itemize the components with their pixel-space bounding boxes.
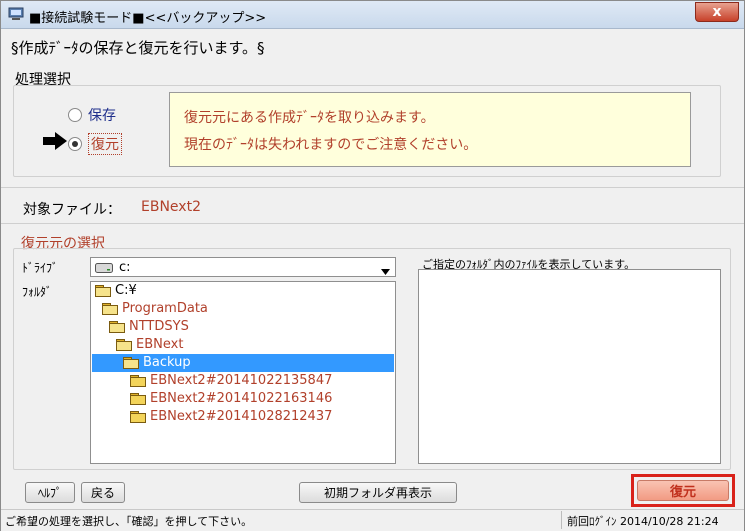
tree-item-label: C:¥ (115, 283, 137, 298)
tree-item-nttdsys[interactable]: NTTDSYS (109, 319, 189, 334)
help-button[interactable]: ﾍﾙﾌﾟ (25, 482, 75, 503)
radio-restore[interactable]: 復元 (68, 133, 122, 155)
radio-save-label: 保存 (88, 108, 116, 124)
window-title: ■接続試験モード■<<バックアップ>> (29, 11, 267, 26)
restore-button[interactable]: 復元 (637, 480, 729, 501)
radio-restore-circle[interactable] (68, 137, 82, 151)
arrow-right-icon (43, 132, 67, 153)
radio-restore-label: 復元 (88, 133, 122, 155)
folder-open-icon (123, 356, 139, 369)
tree-item-label: EBNext (136, 337, 184, 352)
divider-top (1, 187, 744, 188)
radio-save[interactable]: 保存 (68, 105, 116, 125)
tree-item-ebnext[interactable]: EBNext (116, 337, 183, 352)
folder-open-icon (95, 284, 111, 297)
tree-item-programdata[interactable]: ProgramData (102, 301, 208, 316)
app-icon (8, 7, 24, 21)
info-line-2: 現在のﾃﾞｰﾀは失われますのでご注意ください。 (184, 137, 478, 153)
close-button[interactable]: x (695, 2, 739, 22)
drive-value: c: (119, 260, 131, 275)
tree-item-label: EBNext2#20141022163146 (150, 391, 333, 406)
drive-label: ﾄﾞﾗｲﾌﾞ (22, 261, 59, 275)
status-message: ご希望の処理を選択し、「確認」を押して下さい。 (5, 515, 253, 528)
page-heading: §作成ﾃﾞｰﾀの保存と復元を行います。§ (11, 39, 265, 57)
info-box: 復元元にある作成ﾃﾞｰﾀを取り込みます。 現在のﾃﾞｰﾀは失われますのでご注意く… (169, 92, 691, 167)
folder-icon (130, 374, 146, 387)
tree-item-backup-1[interactable]: EBNext2#20141022135847 (130, 373, 332, 388)
tree-item-backup-2[interactable]: EBNext2#20141022163146 (130, 391, 332, 406)
folder-open-icon (102, 302, 118, 315)
tree-item-label: NTTDSYS (129, 319, 189, 334)
title-bar[interactable]: ■接続試験モード■<<バックアップ>> x (1, 1, 744, 29)
last-login: 前回ﾛｸﾞｲﾝ 2014/10/28 21:24 (567, 515, 719, 528)
divider-mid (1, 223, 744, 224)
drive-icon (95, 262, 113, 276)
folder-icon (130, 392, 146, 405)
reset-folder-button[interactable]: 初期フォルダ再表示 (299, 482, 457, 503)
info-line-1: 復元元にある作成ﾃﾞｰﾀを取り込みます。 (184, 110, 435, 126)
tree-item-label: ProgramData (122, 301, 208, 316)
back-button[interactable]: 戻る (81, 482, 125, 503)
folder-tree[interactable]: C:¥ ProgramData NTTDSYS EBNext Backup EB… (90, 281, 396, 464)
tree-item-label: EBNext2#20141028212437 (150, 409, 333, 424)
radio-restore-dot (72, 141, 78, 147)
tree-item-root[interactable]: C:¥ (95, 283, 137, 298)
folder-icon (130, 410, 146, 423)
radio-save-circle[interactable] (68, 108, 82, 122)
close-icon: x (712, 4, 722, 20)
folder-label: ﾌｫﾙﾀﾞ (22, 285, 53, 299)
status-bar: ご希望の処理を選択し、「確認」を押して下さい。 前回ﾛｸﾞｲﾝ 2014/10/… (1, 509, 744, 531)
file-list[interactable] (418, 269, 721, 464)
target-file-label: 対象ファイル： (23, 202, 121, 218)
folder-open-icon (109, 320, 125, 333)
target-file-value: EBNext2 (141, 199, 201, 215)
folder-open-icon (116, 338, 132, 351)
tree-item-label: EBNext2#20141022135847 (150, 373, 333, 388)
tree-item-label: Backup (143, 355, 191, 370)
app-window: ■接続試験モード■<<バックアップ>> x §作成ﾃﾞｰﾀの保存と復元を行います… (0, 0, 745, 531)
tree-item-backup[interactable]: Backup (123, 355, 191, 370)
chevron-down-icon[interactable] (381, 264, 390, 278)
drive-select[interactable]: c: (90, 257, 396, 277)
tree-item-backup-3[interactable]: EBNext2#20141028212437 (130, 409, 332, 424)
